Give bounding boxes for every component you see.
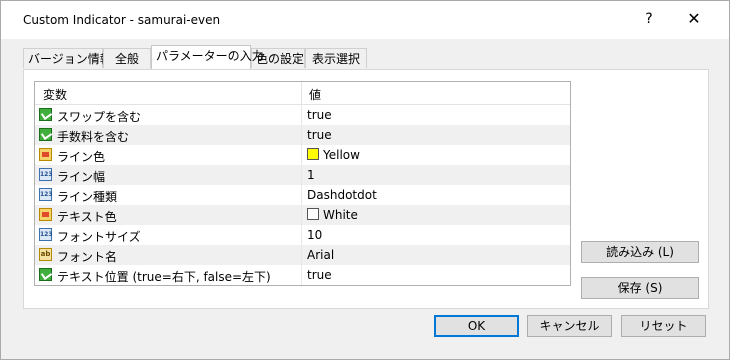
cancel-button[interactable]: キャンセル: [527, 315, 612, 337]
param-row-line-color[interactable]: ライン色 Yellow: [35, 145, 570, 165]
param-name: フォントサイズ: [57, 230, 141, 244]
save-button[interactable]: 保存 (S): [581, 277, 699, 299]
window-title: Custom Indicator - samurai-even: [23, 13, 221, 27]
close-button[interactable]: ✕: [681, 7, 707, 31]
boolean-param-icon: [39, 108, 52, 121]
param-value[interactable]: true: [307, 268, 332, 282]
param-row-font-name[interactable]: ab フォント名 Arial: [35, 245, 570, 265]
param-name: テキスト位置 (true=右下, false=左下): [57, 270, 271, 284]
param-name: テキスト色: [57, 210, 117, 224]
ok-button[interactable]: OK: [434, 315, 519, 337]
integer-param-icon: 123: [39, 168, 53, 181]
tab-display-selection[interactable]: 表示選択: [305, 48, 367, 68]
param-value[interactable]: true: [307, 108, 332, 122]
param-name: ライン色: [57, 150, 106, 164]
cell-divider: [301, 145, 302, 165]
reset-button[interactable]: リセット: [621, 315, 706, 337]
tab-parameter-input[interactable]: パラメーターの入力: [151, 45, 264, 69]
cell-divider: [301, 105, 302, 125]
param-row-include-swap[interactable]: スワップを含む true: [35, 105, 570, 125]
boolean-param-icon: [39, 128, 52, 141]
param-value[interactable]: Dashdotdot: [307, 188, 377, 202]
help-button[interactable]: ?: [637, 7, 661, 31]
custom-indicator-dialog: Custom Indicator - samurai-even ? ✕ バージョ…: [0, 0, 730, 360]
cell-divider: [301, 205, 302, 225]
param-value[interactable]: Yellow: [323, 148, 360, 162]
param-row-text-position[interactable]: テキスト位置 (true=右下, false=左下) true: [35, 265, 570, 285]
cell-divider: [301, 245, 302, 265]
integer-param-icon: 123: [39, 188, 53, 201]
cell-divider: [301, 185, 302, 205]
column-header-value[interactable]: 値: [309, 86, 321, 103]
color-param-icon: [39, 148, 52, 161]
param-value[interactable]: 1: [307, 168, 315, 182]
param-name: 手数料を含む: [57, 130, 130, 144]
boolean-param-icon: [39, 268, 52, 281]
param-name: ライン種類: [57, 190, 118, 204]
column-header-variable[interactable]: 変数: [43, 86, 67, 103]
param-row-line-style[interactable]: 123 ライン種類 Dashdotdot: [35, 185, 570, 205]
param-name: ライン幅: [57, 170, 106, 184]
param-row-text-color[interactable]: テキスト色 White: [35, 205, 570, 225]
param-value[interactable]: true: [307, 128, 332, 142]
param-row-include-commission[interactable]: 手数料を含む true: [35, 125, 570, 145]
param-row-line-width[interactable]: 123 ライン幅 1: [35, 165, 570, 185]
color-swatch: [307, 208, 319, 220]
param-value[interactable]: 10: [307, 228, 322, 242]
string-param-icon: ab: [39, 248, 52, 261]
cell-divider: [301, 265, 302, 285]
cell-divider: [301, 125, 302, 145]
color-swatch: [307, 148, 319, 160]
grid-header: 変数 値: [35, 82, 570, 105]
parameter-grid: 変数 値 スワップを含む true 手数料を含む true ライン色 Yello…: [34, 81, 571, 286]
color-param-icon: [39, 208, 52, 221]
title-bar: Custom Indicator - samurai-even ? ✕: [1, 1, 729, 39]
load-button[interactable]: 読み込み (L): [581, 241, 699, 263]
column-divider[interactable]: [301, 82, 302, 104]
cell-divider: [301, 225, 302, 245]
param-name: フォント名: [57, 250, 118, 264]
tab-general[interactable]: 全般: [103, 48, 151, 68]
tab-version-info[interactable]: バージョン情報: [23, 48, 112, 68]
cell-divider: [301, 165, 302, 185]
param-value[interactable]: White: [323, 208, 358, 222]
param-value[interactable]: Arial: [307, 248, 334, 262]
param-row-font-size[interactable]: 123 フォントサイズ 10: [35, 225, 570, 245]
integer-param-icon: 123: [39, 228, 53, 241]
param-name: スワップを含む: [57, 110, 142, 124]
